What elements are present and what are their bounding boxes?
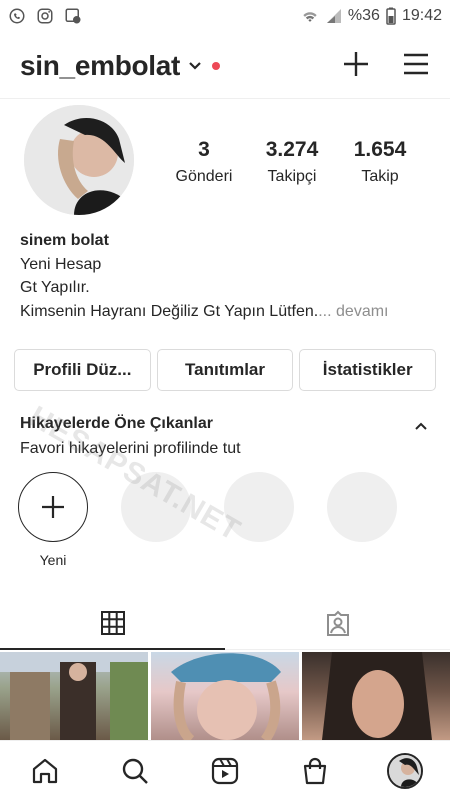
instagram-icon [37,8,53,24]
wifi-icon [303,12,317,22]
status-bar: %36 19:42 [0,0,450,32]
highlight-placeholder [327,472,397,542]
search-icon [122,758,148,784]
grid-icon [100,611,125,635]
notification-dot [212,62,221,70]
profile-avatar [387,752,423,789]
following-count: 1.654 [353,138,407,161]
bio-line: Kimsenin Hayranı Değiliz Gt Yapın Lütfen… [20,302,319,320]
post-thumbnail[interactable] [302,652,450,740]
post-thumbnail[interactable] [0,652,148,740]
header-divider [0,98,450,99]
plus-icon [42,496,64,518]
new-highlight-label: Yeni [39,552,67,568]
profile-tabs [0,598,450,650]
signal-icon [326,9,341,23]
more-link[interactable]: ... devamı [318,303,388,320]
profile-bio: sinem bolat Yeni Hesap Gt Yapılır. Kimse… [20,229,440,323]
promotions-button[interactable]: Tanıtımlar [156,349,294,391]
tab-tagged[interactable] [225,598,450,650]
followers-label: Takipçi [267,168,317,185]
nav-profile[interactable] [380,746,430,796]
home-icon [32,758,58,783]
posts-label: Gönderi [175,168,233,185]
highlight-placeholder [224,472,294,542]
plus-icon[interactable] [342,50,370,83]
edit-profile-button[interactable]: Profili Düz... [14,349,151,391]
post-grid [0,652,450,740]
highlights-title: Hikayelerde Öne Çıkanlar [20,415,213,432]
stat-posts[interactable]: 3 Gönderi [160,138,248,186]
bio-line: Gt Yapılır. [20,279,90,296]
bottom-nav [0,740,450,800]
nav-search[interactable] [110,746,160,796]
tab-grid[interactable] [0,598,225,650]
tagged-icon [326,610,349,636]
profile-actions: Profili Düz... Tanıtımlar İstatistikler [14,349,437,391]
nav-reels[interactable] [200,746,250,796]
profile-stats: 3 Gönderi 3.274 Takipçi 1.654 Takip [160,138,440,186]
highlight-placeholder [121,472,191,542]
username[interactable]: sin_embolat [20,50,180,82]
followers-count: 3.274 [265,138,319,161]
battery-percent: %36 [347,7,380,24]
insights-button[interactable]: İstatistikler [299,349,437,391]
gallery-icon [65,8,81,24]
menu-icon[interactable] [402,52,430,81]
display-name: sinem bolat [20,232,109,249]
clock: 19:42 [401,7,442,24]
new-highlight-button[interactable] [18,472,88,542]
posts-count: 3 [198,138,210,161]
nav-home[interactable] [20,746,70,796]
nav-shop[interactable] [290,746,340,796]
avatar[interactable] [24,105,134,215]
chevron-down-icon[interactable] [188,61,202,71]
stat-following[interactable]: 1.654 Takip [336,138,424,186]
whatsapp-icon [9,8,25,24]
stat-followers[interactable]: 3.274 Takipçi [248,138,336,186]
bio-line: Yeni Hesap [20,255,102,273]
following-label: Takip [361,168,399,185]
reels-icon [211,757,239,784]
bio-line-truncated: Kimsenin Hayranı Değiliz Gt Yapın Lütfen… [20,300,440,324]
post-thumbnail[interactable] [151,652,299,740]
highlights-subtitle: Favori hikayelerini profilinde tut [20,440,241,457]
chevron-up-icon[interactable] [414,418,428,436]
profile-header: sin_embolat [0,40,450,92]
shop-icon [303,757,327,784]
battery-icon [386,7,396,25]
